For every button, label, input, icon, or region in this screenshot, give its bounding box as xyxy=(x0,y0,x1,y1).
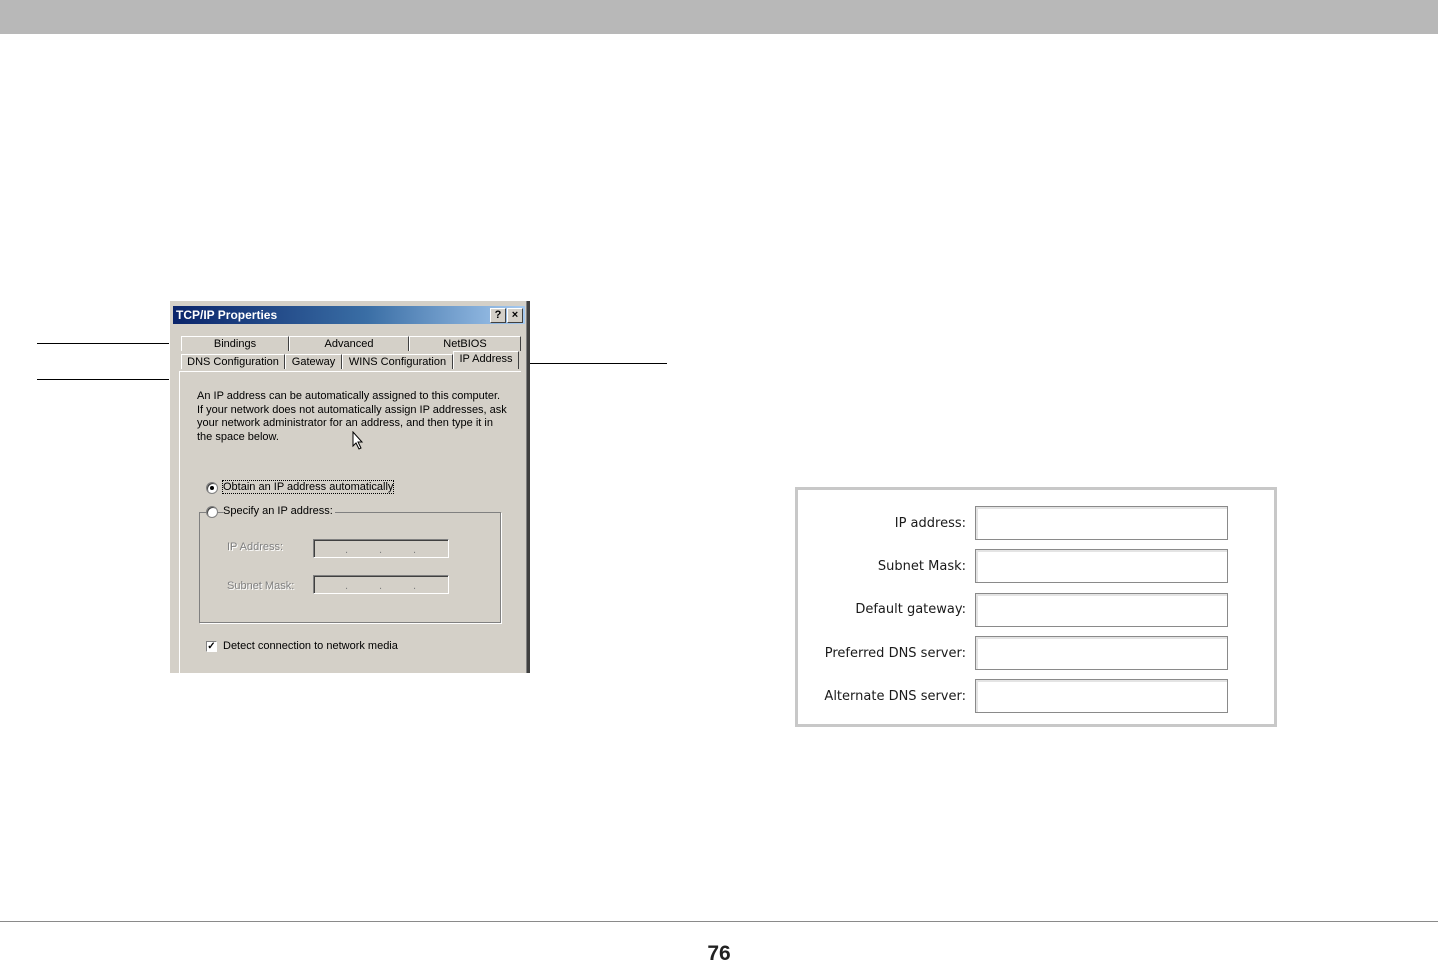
tab-bindings[interactable]: Bindings xyxy=(181,336,289,351)
subnet-mask-field[interactable] xyxy=(975,549,1228,583)
subnet-mask-label: Subnet Mask: xyxy=(227,580,295,592)
ip-address-label: IP Address: xyxy=(227,541,284,553)
tab-ip-address[interactable]: IP Address xyxy=(453,351,519,369)
tab-dns-configuration[interactable]: DNS Configuration xyxy=(181,354,285,369)
tab-netbios[interactable]: NetBIOS xyxy=(409,336,521,351)
checkmark-icon: ✓ xyxy=(207,641,216,652)
ip-address-field[interactable] xyxy=(975,506,1228,540)
radio-specify-ip[interactable] xyxy=(206,506,218,518)
preferred-dns-field[interactable] xyxy=(975,636,1228,670)
alternate-dns-field-label: Alternate DNS server: xyxy=(824,689,966,704)
subnet-mask-field-label: Subnet Mask: xyxy=(877,559,966,574)
tcpip-properties-dialog: TCP/IP Properties ? × Bindings Advanced … xyxy=(169,300,530,673)
close-button[interactable]: × xyxy=(507,308,523,323)
tab-gateway[interactable]: Gateway xyxy=(285,354,342,369)
detect-connection-label[interactable]: Detect connection to network media xyxy=(223,640,398,652)
title-bar: TCP/IP Properties ? × xyxy=(173,306,525,324)
tab-wins-configuration[interactable]: WINS Configuration xyxy=(342,354,453,369)
specify-ip-group xyxy=(199,512,501,623)
mouse-cursor-icon xyxy=(352,430,364,453)
preferred-dns-field-label: Preferred DNS server: xyxy=(824,646,966,661)
radio-selected-dot xyxy=(210,486,214,490)
subnet-mask-input[interactable]: ... xyxy=(313,575,449,594)
option-specify-ip-label[interactable]: Specify an IP address: xyxy=(223,505,335,517)
default-gateway-field[interactable] xyxy=(975,593,1228,627)
page-number: 76 xyxy=(707,942,731,965)
tab-advanced[interactable]: Advanced xyxy=(289,336,409,351)
ip-settings-form: IP address: Subnet Mask: Default gateway… xyxy=(795,487,1277,727)
ip-address-field-label: IP address: xyxy=(894,516,966,531)
dialog-title: TCP/IP Properties xyxy=(176,308,278,322)
help-button[interactable]: ? xyxy=(490,308,506,323)
footer-rule xyxy=(0,921,1438,922)
default-gateway-field-label: Default gateway: xyxy=(855,602,966,617)
detect-connection-checkbox[interactable]: ✓ xyxy=(206,641,217,652)
alternate-dns-field[interactable] xyxy=(975,679,1228,713)
header-bar xyxy=(0,0,1438,34)
callout-line-ip-address xyxy=(514,363,667,364)
dialog-edge xyxy=(526,301,530,673)
ip-address-input[interactable]: ... xyxy=(313,539,449,558)
radio-obtain-automatically[interactable] xyxy=(206,482,218,494)
option-obtain-automatically-label[interactable]: Obtain an IP address automatically xyxy=(221,480,395,494)
